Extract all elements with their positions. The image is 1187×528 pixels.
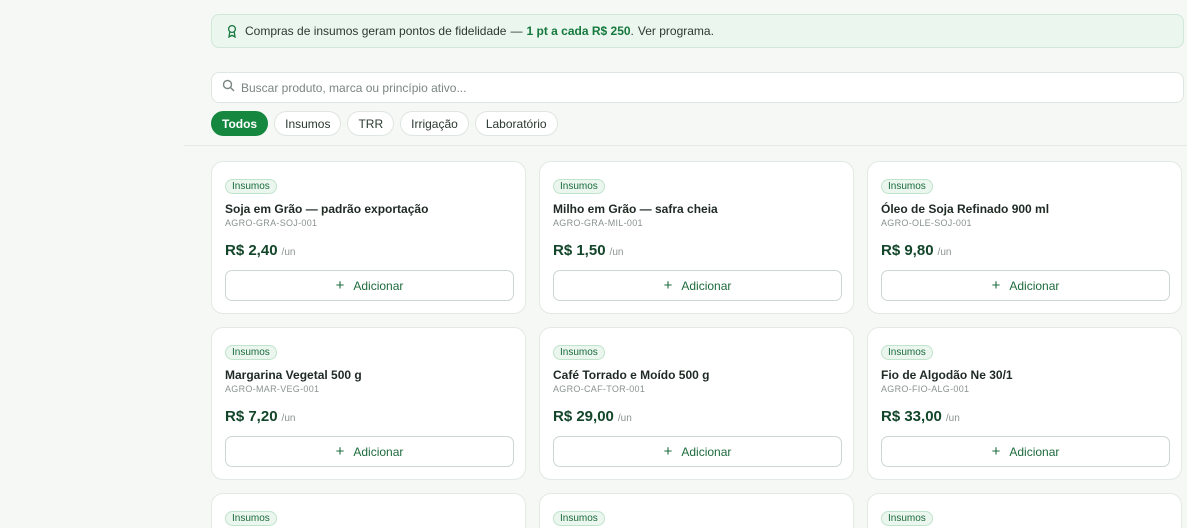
left-pane [0,0,184,528]
category-badge: Insumos [225,511,277,526]
award-icon [225,24,239,38]
add-to-cart-button[interactable]: + Adicionar [225,436,514,467]
plus-icon: + [335,277,345,294]
banner-period: . [630,24,634,38]
product-card: Insumos [867,493,1182,528]
product-sku: AGRO-GRA-SOJ-001 [225,218,318,228]
plus-icon: + [663,277,673,294]
add-button-label: Adicionar [353,278,404,293]
product-name: Óleo de Soja Refinado 900 ml [881,202,1050,216]
filters-area: Compras de insumos geram pontos de fidel… [184,0,1187,146]
add-to-cart-button[interactable]: + Adicionar [881,270,1170,301]
category-badge: Insumos [225,345,277,360]
product-sku: AGRO-OLE-SOJ-001 [881,218,972,228]
chip-insumos[interactable]: Insumos [274,111,342,136]
chip-trr[interactable]: TRR [347,111,395,136]
search-bar[interactable] [211,72,1184,103]
product-price: R$ 33,00 [881,408,942,425]
search-input[interactable] [241,80,1161,95]
add-to-cart-button[interactable]: + Adicionar [553,270,842,301]
search-icon [222,79,235,97]
chip-irrigacao[interactable]: Irrigação [400,111,469,136]
product-card: Insumos [539,493,854,528]
price-row: R$ 1,50 /un [553,242,840,259]
add-button-label: Adicionar [681,444,732,459]
plus-icon: + [991,277,1001,294]
category-filters: Todos Insumos TRR Irrigação Laboratório [211,111,558,136]
chip-todos[interactable]: Todos [211,111,269,136]
price-row: R$ 9,80 /un [881,242,1168,259]
product-grid: Insumos Soja em Grão — padrão exportação… [211,161,1182,528]
add-button-label: Adicionar [353,444,404,459]
main-content: Compras de insumos geram pontos de fidel… [184,0,1187,528]
price-unit: /un [281,413,296,424]
product-sku: AGRO-FIO-ALG-001 [881,384,970,394]
add-to-cart-button[interactable]: + Adicionar [553,436,842,467]
product-price: R$ 1,50 [553,242,606,259]
category-badge: Insumos [225,179,277,194]
product-price: R$ 9,80 [881,242,934,259]
price-row: R$ 7,20 /un [225,408,512,425]
category-badge: Insumos [553,345,605,360]
price-unit: /un [281,247,296,258]
category-badge: Insumos [553,179,605,194]
add-button-label: Adicionar [1009,278,1060,293]
add-to-cart-button[interactable]: + Adicionar [881,436,1170,467]
price-row: R$ 2,40 /un [225,242,512,259]
banner-text: Compras de insumos geram pontos de fidel… [245,24,507,38]
product-sku: AGRO-MAR-VEG-001 [225,384,320,394]
product-name: Margarina Vegetal 500 g [225,368,362,382]
product-name: Milho em Grão — safra cheia [553,202,718,216]
price-unit: /un [609,247,624,258]
product-price: R$ 7,20 [225,408,278,425]
banner-link[interactable]: Ver programa. [638,24,714,38]
product-card: Insumos Milho em Grão — safra cheia AGRO… [539,161,854,314]
product-name: Soja em Grão — padrão exportação [225,202,429,216]
plus-icon: + [663,443,673,460]
category-badge: Insumos [881,511,933,526]
product-name: Café Torrado e Moído 500 g [553,368,710,382]
category-badge: Insumos [881,179,933,194]
loyalty-banner: Compras de insumos geram pontos de fidel… [211,14,1184,48]
product-name: Fio de Algodão Ne 30/1 [881,368,1013,382]
price-unit: /un [937,247,952,258]
product-card: Insumos Margarina Vegetal 500 g AGRO-MAR… [211,327,526,480]
category-badge: Insumos [553,511,605,526]
chip-laboratorio[interactable]: Laboratório [474,111,558,136]
price-row: R$ 33,00 /un [881,408,1168,425]
add-button-label: Adicionar [681,278,732,293]
price-row: R$ 29,00 /un [553,408,840,425]
price-unit: /un [617,413,632,424]
product-card: Insumos [211,493,526,528]
banner-highlight: 1 pt a cada R$ 250 [526,24,631,38]
banner-separator: — [510,24,523,38]
product-card: Insumos Soja em Grão — padrão exportação… [211,161,526,314]
plus-icon: + [335,443,345,460]
plus-icon: + [991,443,1001,460]
product-card: Insumos Café Torrado e Moído 500 g AGRO-… [539,327,854,480]
product-card: Insumos Fio de Algodão Ne 30/1 AGRO-FIO-… [867,327,1182,480]
category-badge: Insumos [881,345,933,360]
product-price: R$ 2,40 [225,242,278,259]
product-sku: AGRO-GRA-MIL-001 [553,218,643,228]
price-unit: /un [945,413,960,424]
add-button-label: Adicionar [1009,444,1060,459]
product-price: R$ 29,00 [553,408,614,425]
product-sku: AGRO-CAF-TOR-001 [553,384,646,394]
add-to-cart-button[interactable]: + Adicionar [225,270,514,301]
product-card: Insumos Óleo de Soja Refinado 900 ml AGR… [867,161,1182,314]
